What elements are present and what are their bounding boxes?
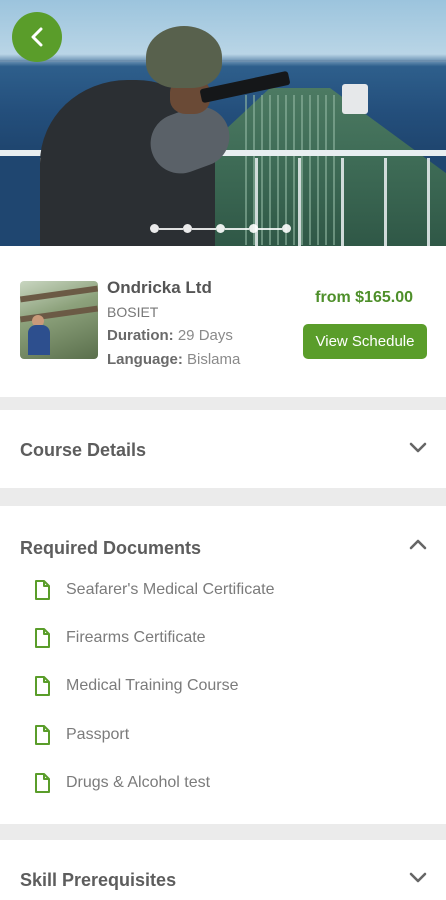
course-price: from $165.00 [315, 289, 413, 306]
document-item: Medical Training Course [34, 676, 239, 696]
duration-label: Duration: [107, 327, 174, 344]
carousel-connector [225, 227, 249, 230]
document-label: Seafarer's Medical Certificate [66, 581, 275, 598]
course-thumbnail [20, 281, 98, 359]
language-row: Language: Bislama [107, 351, 240, 368]
soldier-helmet [146, 26, 222, 88]
required-documents-title: Required Documents [20, 538, 202, 558]
document-icon [35, 773, 50, 793]
sea-horizon [0, 60, 446, 62]
course-details-title: Course Details [20, 440, 147, 460]
language-value: Bislama [187, 351, 241, 368]
ship-superstructure [342, 84, 368, 114]
course-code: BOSIET [107, 304, 159, 320]
chevron-left-icon [31, 27, 43, 47]
carousel-dot[interactable] [183, 224, 192, 233]
carousel-dot[interactable] [249, 224, 258, 233]
course-hero-image [0, 0, 446, 246]
chevron-up-icon[interactable] [409, 538, 427, 550]
carousel-dot[interactable] [282, 224, 291, 233]
thumb-bar [20, 285, 98, 303]
skill-prerequisites-section[interactable]: Skill Prerequisites [0, 840, 446, 900]
carousel-connector [258, 227, 282, 230]
duration-value: 29 Days [177, 327, 233, 344]
view-schedule-button[interactable]: View Schedule [303, 324, 427, 359]
document-label: Drugs & Alcohol test [66, 774, 211, 791]
document-icon [35, 580, 50, 600]
course-summary-card: Ondricka Ltd BOSIET Duration: 29 Days La… [0, 246, 446, 397]
document-icon [35, 676, 50, 696]
document-icon [35, 628, 50, 648]
language-label: Language: [107, 351, 183, 368]
carousel-dot[interactable] [150, 224, 159, 233]
document-label: Passport [66, 726, 130, 743]
document-label: Firearms Certificate [66, 629, 206, 646]
document-item: Drugs & Alcohol test [34, 773, 210, 793]
carousel-connector [192, 227, 216, 230]
chevron-down-icon[interactable] [409, 442, 427, 454]
document-icon [35, 725, 50, 745]
company-name: Ondricka Ltd [107, 278, 212, 297]
chevron-down-icon[interactable] [409, 872, 427, 884]
carousel-indicator[interactable] [150, 224, 291, 233]
required-documents-section: Required Documents Seafarer's Medical Ce… [0, 506, 446, 824]
thumb-person [28, 325, 50, 355]
duration-row: Duration: 29 Days [107, 327, 233, 344]
carousel-dot[interactable] [216, 224, 225, 233]
skill-prerequisites-title: Skill Prerequisites [20, 870, 177, 890]
document-label: Medical Training Course [66, 677, 239, 694]
carousel-connector [159, 227, 183, 230]
document-item: Firearms Certificate [34, 628, 206, 648]
back-button[interactable] [12, 12, 62, 62]
course-details-section[interactable]: Course Details [0, 410, 446, 488]
document-item: Seafarer's Medical Certificate [34, 580, 274, 600]
document-item: Passport [34, 725, 129, 745]
